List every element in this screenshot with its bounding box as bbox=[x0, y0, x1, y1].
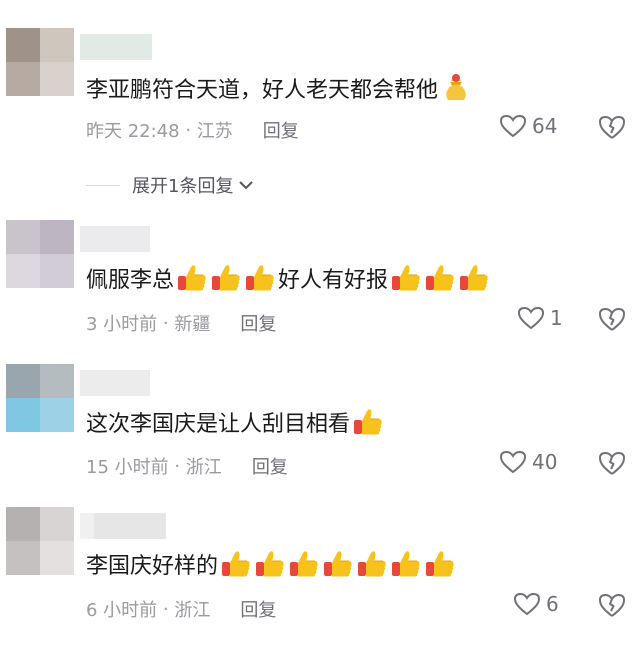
like-button[interactable]: 6 bbox=[514, 592, 559, 616]
comment-text: 这次李国庆是让人刮目相看 bbox=[86, 406, 384, 438]
username-blurred[interactable] bbox=[80, 34, 152, 60]
like-count: 40 bbox=[532, 450, 558, 474]
broken-heart-icon bbox=[599, 308, 625, 331]
reply-button[interactable]: 回复 bbox=[263, 117, 299, 143]
like-count: 6 bbox=[546, 592, 559, 616]
comment-location: 浙江 bbox=[174, 600, 211, 621]
like-button[interactable]: 1 bbox=[518, 306, 563, 330]
like-count: 1 bbox=[550, 306, 563, 330]
like-count: 64 bbox=[532, 114, 558, 138]
thumbs-up-emoji bbox=[254, 548, 286, 580]
comment-location: 新疆 bbox=[174, 314, 211, 335]
avatar[interactable] bbox=[6, 28, 74, 96]
comment-text: 佩服李总 好人有好报 bbox=[86, 262, 490, 294]
heart-outline-icon bbox=[514, 592, 540, 616]
thumbs-up-emoji bbox=[458, 262, 490, 294]
comment-meta: 3 小时前 · 新疆 回复 bbox=[86, 310, 276, 336]
thumbs-up-emoji bbox=[352, 406, 384, 438]
broken-heart-icon bbox=[599, 452, 625, 475]
thumbs-up-emoji bbox=[288, 548, 320, 580]
dislike-button[interactable] bbox=[598, 114, 626, 144]
expand-replies-button[interactable]: 展开1条回复 bbox=[86, 172, 255, 198]
money-bag-emoji bbox=[440, 72, 472, 104]
comment-text-content: 这次李国庆是让人刮目相看 bbox=[86, 412, 351, 437]
comment-meta: 6 小时前 · 浙江 回复 bbox=[86, 596, 276, 622]
heart-outline-icon bbox=[500, 450, 526, 474]
avatar[interactable] bbox=[6, 364, 74, 432]
comment-text: 李国庆好样的 bbox=[86, 548, 456, 580]
dislike-button[interactable] bbox=[598, 592, 626, 622]
thumbs-up-emoji bbox=[424, 262, 456, 294]
comment-time: 3 小时前 bbox=[86, 314, 158, 335]
like-button[interactable]: 40 bbox=[500, 450, 557, 474]
thumbs-up-emoji bbox=[244, 262, 276, 294]
broken-heart-icon bbox=[599, 116, 625, 139]
comment-meta: 昨天 22:48 · 江苏 回复 bbox=[86, 117, 299, 143]
dislike-button[interactable] bbox=[598, 306, 626, 336]
reply-button[interactable]: 回复 bbox=[240, 596, 276, 622]
thumbs-up-emoji bbox=[390, 548, 422, 580]
avatar[interactable] bbox=[6, 507, 74, 575]
avatar[interactable] bbox=[6, 220, 74, 288]
comment-time: 6 小时前 bbox=[86, 600, 158, 621]
dislike-button[interactable] bbox=[598, 450, 626, 480]
comment-text-part: 佩服李总 bbox=[86, 268, 175, 293]
comment-meta: 15 小时前 · 浙江 回复 bbox=[86, 453, 288, 479]
thumbs-up-emoji bbox=[390, 262, 422, 294]
thumbs-up-emoji bbox=[322, 548, 354, 580]
username-blurred[interactable] bbox=[80, 226, 150, 252]
comment-time: 昨天 22:48 bbox=[86, 121, 180, 142]
thumbs-up-emoji bbox=[424, 548, 456, 580]
comment-text-content: 李国庆好样的 bbox=[86, 554, 219, 579]
comment-text-content: 李亚鹏符合天道，好人老天都会帮他 bbox=[86, 78, 439, 103]
like-button[interactable]: 64 bbox=[500, 114, 557, 138]
heart-outline-icon bbox=[500, 114, 526, 138]
reply-button[interactable]: 回复 bbox=[240, 310, 276, 336]
comment-location: 江苏 bbox=[196, 121, 233, 142]
username-blurred[interactable] bbox=[80, 513, 166, 539]
divider-line bbox=[86, 184, 120, 186]
chevron-down-icon bbox=[239, 181, 254, 190]
reply-button[interactable]: 回复 bbox=[252, 453, 288, 479]
heart-outline-icon bbox=[518, 306, 544, 330]
username-blurred[interactable] bbox=[80, 370, 150, 396]
comment-location: 浙江 bbox=[185, 457, 222, 478]
thumbs-up-emoji bbox=[356, 548, 388, 580]
thumbs-up-emoji bbox=[176, 262, 208, 294]
broken-heart-icon bbox=[599, 594, 625, 617]
comment-text: 李亚鹏符合天道，好人老天都会帮他 bbox=[86, 72, 472, 104]
comment-text-part: 好人有好报 bbox=[278, 268, 389, 293]
thumbs-up-emoji bbox=[220, 548, 252, 580]
expand-replies-label: 展开1条回复 bbox=[132, 176, 234, 197]
thumbs-up-emoji bbox=[210, 262, 242, 294]
comment-time: 15 小时前 bbox=[86, 457, 169, 478]
